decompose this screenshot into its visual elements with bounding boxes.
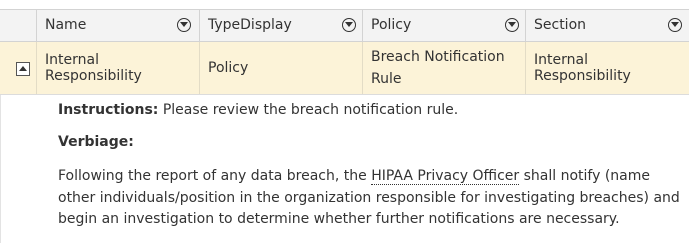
- verbiage-pre: Following the report of any data breach,…: [58, 168, 372, 184]
- filter-icon[interactable]: [505, 18, 519, 32]
- column-header-policy[interactable]: Policy: [362, 10, 525, 41]
- cell-name: Internal Responsibility: [36, 42, 199, 94]
- filter-icon[interactable]: [342, 18, 356, 32]
- table-row[interactable]: Internal Responsibility Policy Breach No…: [0, 42, 689, 95]
- collapse-icon[interactable]: [16, 62, 30, 76]
- column-header-label: Policy: [371, 17, 412, 33]
- instructions-label: Instructions:: [58, 102, 159, 118]
- policy-line: Breach Notification: [371, 49, 505, 65]
- detail-divider: [0, 95, 1, 243]
- cell-typedisplay: Policy: [199, 42, 362, 94]
- column-header-label: Name: [45, 17, 87, 33]
- column-header-section[interactable]: Section: [525, 10, 689, 41]
- column-header-label: TypeDisplay: [208, 17, 292, 33]
- column-header-typedisplay[interactable]: TypeDisplay: [199, 10, 362, 41]
- instructions-line: Instructions: Please review the breach n…: [58, 102, 458, 118]
- filter-icon[interactable]: [668, 18, 682, 32]
- column-header-label: Section: [534, 17, 587, 33]
- expand-cell: [0, 42, 36, 94]
- verbiage-text: Following the report of any data breach,…: [58, 166, 683, 231]
- column-header-name[interactable]: Name: [36, 10, 199, 41]
- header-expand-column: [0, 10, 36, 41]
- cell-section: Internal Responsibility: [525, 42, 689, 94]
- grid-header: Name TypeDisplay Policy Section: [0, 9, 689, 42]
- policy-line: Rule: [371, 71, 402, 87]
- hipaa-privacy-officer-tooltip[interactable]: HIPAA Privacy Officer: [371, 168, 520, 185]
- instructions-text: Please review the breach notification ru…: [158, 102, 459, 118]
- filter-icon[interactable]: [177, 18, 191, 32]
- verbiage-label: Verbiage:: [58, 134, 134, 150]
- cell-policy: Breach Notification Rule: [362, 42, 525, 94]
- data-grid: Name TypeDisplay Policy Section Internal…: [0, 0, 689, 243]
